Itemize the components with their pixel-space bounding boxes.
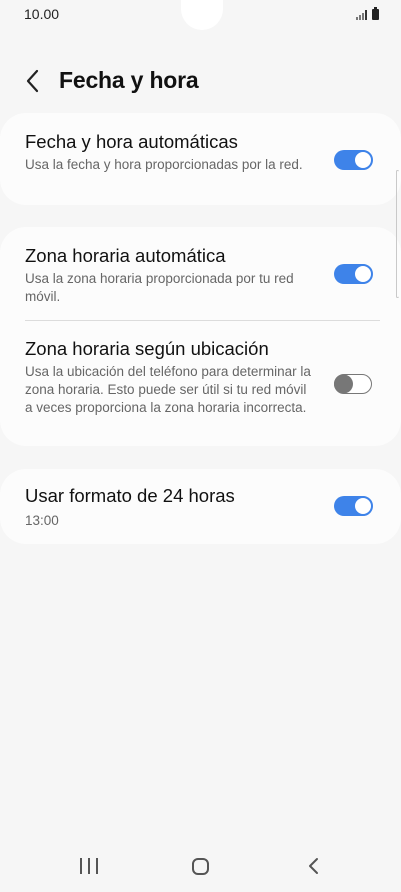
signal-icon [356, 10, 367, 20]
setting-title: Usar formato de 24 horas [25, 485, 235, 506]
auto-timezone-toggle[interactable] [334, 264, 373, 284]
back-arrow-icon[interactable] [22, 68, 44, 94]
setting-title: Zona horaria según ubicación [25, 338, 269, 359]
setting-row-auto-datetime[interactable]: Fecha y hora automáticas Usa la fecha y … [0, 113, 401, 205]
settings-card-24h-format: Usar formato de 24 horas 13:00 [0, 469, 401, 544]
scroll-indicator[interactable] [396, 170, 399, 298]
setting-subtitle: 13:00 [25, 513, 59, 528]
location-timezone-toggle[interactable] [333, 374, 372, 394]
page-title: Fecha y hora [59, 67, 199, 93]
24h-format-toggle[interactable] [334, 496, 373, 516]
camera-notch [181, 0, 223, 30]
app-header: Fecha y hora [0, 58, 401, 104]
toggle-knob [353, 264, 373, 284]
home-icon[interactable] [192, 858, 209, 875]
back-nav-icon[interactable] [306, 856, 320, 876]
settings-card-timezone: Zona horaria automática Usa la zona hora… [0, 227, 401, 446]
navigation-bar [0, 842, 401, 892]
auto-datetime-toggle[interactable] [334, 150, 373, 170]
setting-row-24h-format[interactable]: Usar formato de 24 horas 13:00 [0, 469, 401, 544]
toggle-knob [353, 150, 373, 170]
setting-title: Fecha y hora automáticas [25, 131, 238, 152]
recents-icon[interactable] [80, 858, 98, 874]
settings-card-auto-datetime: Fecha y hora automáticas Usa la fecha y … [0, 113, 401, 205]
status-icons [356, 7, 379, 20]
setting-subtitle: Usa la ubicación del teléfono para deter… [25, 364, 311, 415]
toggle-knob [353, 496, 373, 516]
setting-row-location-timezone[interactable]: Zona horaria según ubicación Usa la ubic… [0, 321, 401, 446]
setting-subtitle: Usa la fecha y hora proporcionadas por l… [25, 157, 303, 172]
setting-row-auto-timezone[interactable]: Zona horaria automática Usa la zona hora… [0, 227, 401, 320]
battery-icon [372, 7, 379, 20]
setting-title: Zona horaria automática [25, 245, 226, 266]
setting-subtitle: Usa la zona horaria proporcionada por tu… [25, 271, 294, 304]
toggle-knob [333, 374, 353, 394]
status-bar: 10.00 [0, 0, 401, 30]
status-time: 10.00 [24, 6, 60, 22]
